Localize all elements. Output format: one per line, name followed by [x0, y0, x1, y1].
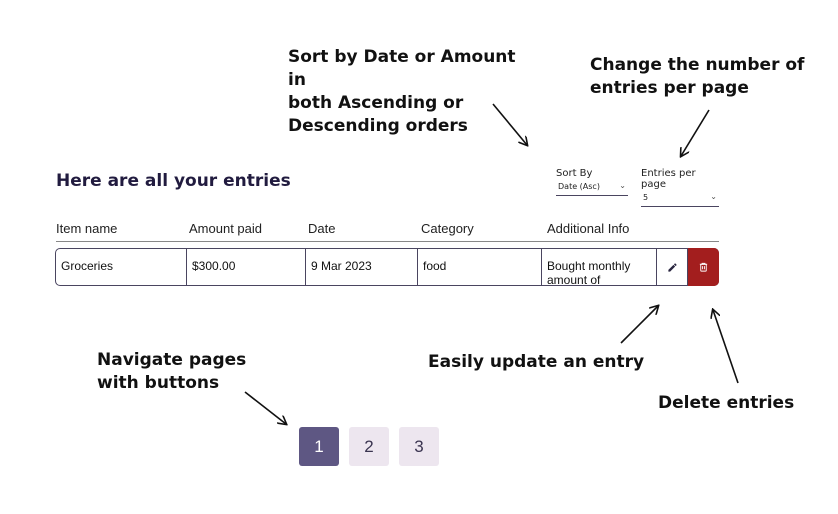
column-header-additional-info: Additional Info [547, 221, 630, 236]
column-header-category: Category [421, 221, 474, 236]
table-row: Groceries $300.00 9 Mar 2023 food Bought… [55, 248, 719, 286]
sort-by-control: Sort By Date (Asc) ⌄ [556, 168, 628, 196]
arrow-navigate [244, 391, 286, 424]
cell-date[interactable]: 9 Mar 2023 [306, 249, 418, 285]
page-title: Here are all your entries [56, 171, 291, 191]
pencil-icon [667, 262, 677, 272]
table-header: Item name Amount paid Date Category Addi… [56, 221, 719, 242]
arrow-update [620, 306, 658, 344]
column-header-date: Date [308, 221, 336, 236]
page-button-2[interactable]: 2 [349, 427, 389, 466]
arrow-entries [681, 109, 710, 156]
entries-per-page-control: Entries per page 5 ⌄ [641, 168, 719, 207]
delete-entry-button[interactable] [688, 248, 719, 286]
annotation-update: Easily update an entry [428, 352, 645, 372]
chevron-down-icon: ⌄ [619, 181, 626, 190]
page-button-3[interactable]: 3 [399, 427, 439, 466]
cell-amount-paid[interactable]: $300.00 [187, 249, 306, 285]
entries-per-page-select[interactable]: 5 ⌄ [641, 192, 719, 207]
arrow-delete [713, 310, 739, 384]
annotation-entries-per-page: Change the number of entries per page [590, 55, 805, 98]
cell-item-name[interactable]: Groceries [56, 249, 187, 285]
page-button-1[interactable]: 1 [299, 427, 339, 466]
column-header-item-name: Item name [56, 221, 118, 236]
edit-entry-button[interactable] [657, 249, 688, 285]
sort-by-select[interactable]: Date (Asc) ⌄ [556, 181, 628, 196]
entries-per-page-label: Entries per page [641, 168, 696, 190]
cell-additional-info[interactable]: Bought monthly amount of [542, 249, 657, 285]
annotation-sort: Sort by Date or Amount in both Ascending… [288, 47, 516, 136]
sort-by-label: Sort By [556, 168, 593, 179]
cell-category[interactable]: food [418, 249, 542, 285]
column-header-amount-paid: Amount paid [189, 221, 262, 236]
entries-per-page-value: 5 [643, 193, 649, 202]
annotation-delete: Delete entries [658, 393, 795, 413]
sort-by-value: Date (Asc) [558, 182, 600, 191]
trash-icon [699, 262, 708, 272]
annotation-navigate: Navigate pages with buttons [97, 350, 247, 393]
chevron-down-icon: ⌄ [710, 192, 717, 201]
